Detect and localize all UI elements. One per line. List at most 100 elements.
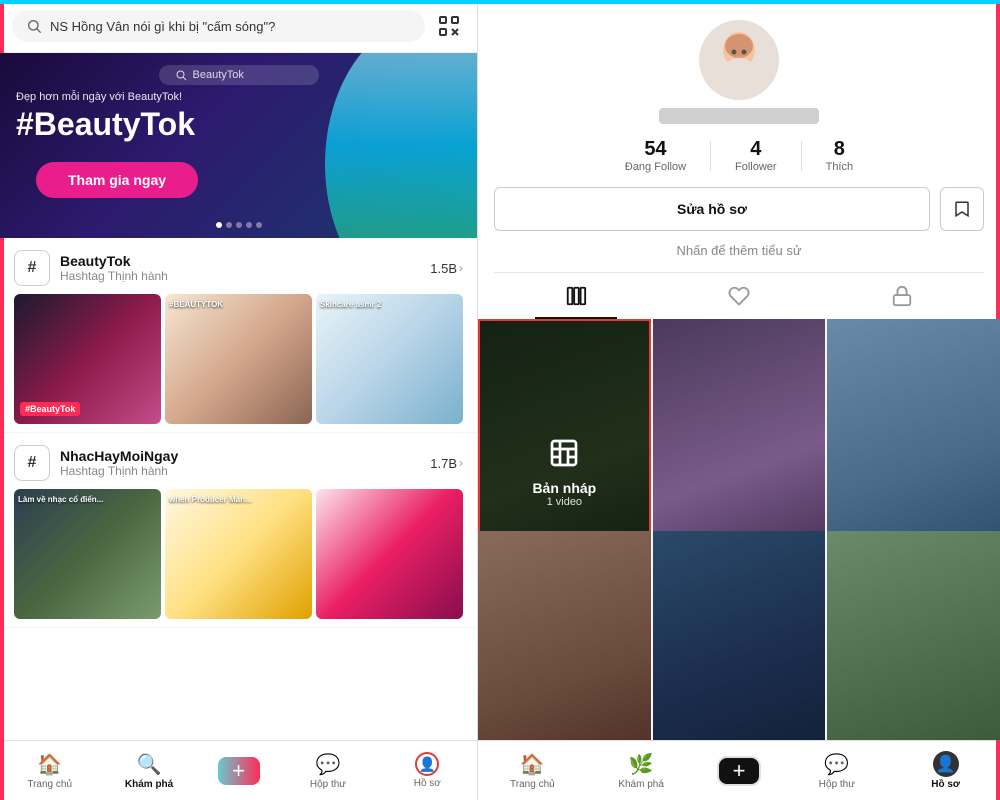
bio-prompt[interactable]: Nhấn để thêm tiểu sử [676,243,801,258]
explore-label-right: Khám phá [618,779,664,790]
trending-name-2[interactable]: NhacHayMoiNgay [60,448,178,464]
trending-sub-1: Hashtag Thịnh hành [60,269,168,283]
nav-explore-right[interactable]: 🌿 Khám phá [587,752,696,790]
bookmark-button[interactable] [940,187,984,231]
stat-likes[interactable]: 8 Thích [802,138,878,173]
username-bar [659,108,819,124]
video-cell-4[interactable]: 👥 [478,531,651,741]
trending-item-beautytok: # BeautyTok Hashtag Thịnh hành 1.5B › #B… [0,238,477,433]
right-bottom-nav: 🏠 Trang chủ 🌿 Khám phá + 💬 Hộp thư 👤 Hồ … [478,740,1000,800]
avatar-wrap [699,20,779,100]
thumb-beauty3[interactable]: Skincare asmr 2 [316,294,463,424]
thumb-beauty2[interactable]: #BEAUTYTOK [165,294,312,424]
home-icon-right: 🏠 [520,752,545,777]
profile-actions: Sửa hồ sơ [494,187,984,231]
inbox-icon-right: 💬 [824,752,849,777]
video-cell-5[interactable] [653,531,826,741]
thumb-overlay-1: #BEAUTYTOK [169,300,308,309]
content-area: # BeautyTok Hashtag Thịnh hành 1.5B › #B… [0,238,477,740]
right-panel: 54 Đang Follow 4 Follower 8 Thích Sửa hồ… [478,0,1000,800]
nav-explore-left[interactable]: 🔍 Khám phá [99,752,198,790]
likes-label: Thích [826,161,854,173]
nav-home-left[interactable]: 🏠 Trang chủ [0,752,99,790]
search-input-wrap[interactable]: NS Hồng Vân nói gì khi bị "cấm sóng"? [12,10,425,42]
thumb-beauty1[interactable]: #BeautyTok [14,294,161,424]
inbox-icon-left: 💬 [315,752,340,777]
profile-header: 54 Đang Follow 4 Follower 8 Thích Sửa hồ… [478,0,1000,319]
thumb-music3[interactable] [316,489,463,619]
nav-inbox-left[interactable]: 💬 Hộp thư [278,752,377,790]
nav-home-right[interactable]: 🏠 Trang chủ [478,752,587,790]
profile-icon-left: 👤 [419,756,436,773]
avatar-svg [699,20,779,100]
videos-tab-icon [565,285,587,307]
trending-info-2: NhacHayMoiNgay Hashtag Thịnh hành [60,448,178,478]
home-icon-left: 🏠 [37,752,62,777]
trending-left-2: # NhacHayMoiNgay Hashtag Thịnh hành [14,445,178,481]
tab-videos[interactable] [494,273,657,319]
banner-search-text: BeautyTok [193,69,244,81]
inbox-label-right: Hộp thư [819,779,855,790]
thumb-overlay-3: Làm về nhạc cổ điển... [18,495,157,504]
private-tab-icon [891,285,913,307]
hashtag-icon-2: # [14,445,50,481]
likes-count: 8 [834,138,845,161]
draft-icon [548,437,580,476]
search-bar: NS Hồng Vân nói gì khi bị "cấm sóng"? [0,0,477,53]
search-icon [26,18,42,34]
thumb-music1[interactable]: Làm về nhạc cổ điển... [14,489,161,619]
nav-add-left[interactable]: + [199,757,279,785]
tab-private[interactable] [821,273,984,319]
draft-title: Bản nháp [532,480,596,496]
trending-left-1: # BeautyTok Hashtag Thịnh hành [14,250,168,286]
edit-profile-button[interactable]: Sửa hồ sơ [494,187,930,231]
thumb-overlay-4: when Producer Man... [169,495,308,504]
draft-sub: 1 video [547,496,582,508]
scan-icon[interactable] [433,10,465,42]
tab-liked[interactable] [657,273,820,319]
explore-icon-right: 🌿 [629,752,654,777]
nav-profile-right[interactable]: 👤 Hồ sơ [891,751,1000,790]
video-cell-6[interactable] [827,531,1000,741]
profile-icon-right: 👤 [936,754,956,774]
banner-dots [216,222,262,228]
explore-label-left: Khám phá [125,779,173,790]
hashtag-icon-1: # [14,250,50,286]
thumb-music2[interactable]: when Producer Man... [165,489,312,619]
trending-sub-2: Hashtag Thịnh hành [60,464,178,478]
trending-info-1: BeautyTok Hashtag Thịnh hành [60,253,168,283]
explore-icon-left: 🔍 [137,752,162,777]
nav-profile-left[interactable]: 👤 Hồ sơ [378,752,477,789]
home-label-left: Trang chủ [27,779,72,790]
banner-search-box: BeautyTok [159,65,319,85]
bookmark-icon [953,200,971,218]
trending-item-nhac: # NhacHayMoiNgay Hashtag Thịnh hành 1.7B… [0,433,477,628]
profile-label-left: Hồ sơ [414,778,441,789]
profile-tabs [494,272,984,319]
liked-tab-icon [728,285,750,307]
banner-join-button[interactable]: Tham gia ngay [36,162,198,198]
profile-avatar-nav-right: 👤 [933,751,959,777]
stat-followers[interactable]: 4 Follower [711,138,801,173]
video-grid: Bản nháp 1 video ▶ 100 ▶ 3 👥 [478,319,1000,740]
add-button-right[interactable]: + [718,757,760,785]
add-button-left[interactable]: + [218,757,260,785]
thumb-overlay-2: Skincare asmr 2 [320,300,459,309]
nav-inbox-right[interactable]: 💬 Hộp thư [783,752,892,790]
following-label: Đang Follow [625,161,686,173]
trending-count-2: 1.7B › [430,456,463,471]
stats-row: 54 Đang Follow 4 Follower 8 Thích [494,138,984,173]
follower-count: 4 [750,138,761,161]
banner-subtitle: Đẹp hơn mỗi ngày với BeautyTok! [16,91,182,103]
home-label-right: Trang chủ [510,779,555,790]
trending-name-1[interactable]: BeautyTok [60,253,168,269]
left-bottom-nav: 🏠 Trang chủ 🔍 Khám phá + 💬 Hộp thư 👤 Hồ … [0,740,477,800]
follower-label: Follower [735,161,777,173]
profile-avatar-nav-left: 👤 [415,752,439,776]
left-panel: NS Hồng Vân nói gì khi bị "cấm sóng"? Be… [0,0,478,800]
banner-hashtag-title: #BeautyTok [16,107,195,142]
nav-add-right[interactable]: + [696,757,783,785]
banner: BeautyTok Đẹp hơn mỗi ngày với BeautyTok… [0,53,477,238]
trending-count-1: 1.5B › [430,261,463,276]
stat-following[interactable]: 54 Đang Follow [601,138,710,173]
